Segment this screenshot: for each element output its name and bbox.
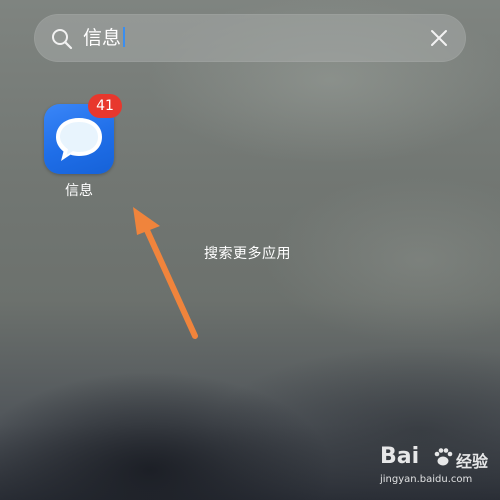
text-caret	[123, 27, 126, 47]
search-query: 信息	[83, 27, 122, 49]
search-icon	[52, 29, 73, 50]
watermark-suffix: 经验	[456, 452, 489, 471]
paw-icon	[434, 448, 453, 466]
message-bubble-icon	[56, 118, 102, 161]
search-input[interactable]: 信息	[83, 25, 126, 51]
close-icon[interactable]	[428, 27, 450, 49]
app-label: 信息	[65, 183, 93, 199]
baidu-watermark: Bai 经验 jingyan.baidu.com	[380, 440, 492, 492]
watermark-brand: Bai	[380, 444, 420, 469]
notification-badge: 41	[88, 94, 122, 118]
watermark-url: jingyan.baidu.com	[380, 474, 473, 485]
annotation-text: 搜索更多应用	[204, 246, 291, 262]
